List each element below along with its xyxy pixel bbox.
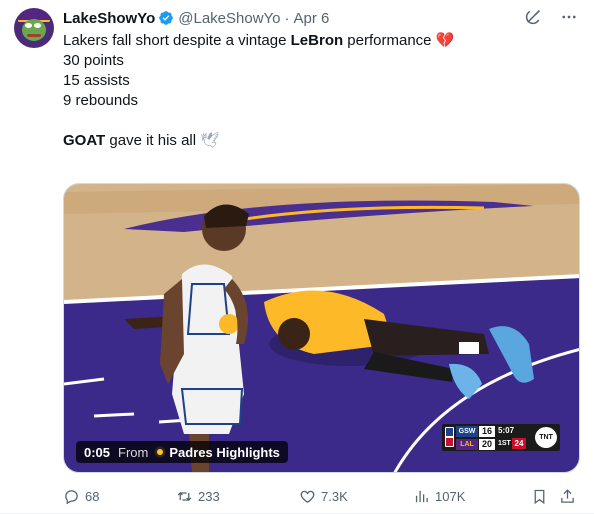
share-icon: [561, 488, 574, 503]
tnt-logo: TNT: [535, 427, 557, 448]
padres-logo-icon: [154, 446, 166, 458]
dove-emoji: 🕊: [200, 132, 220, 149]
retweet-count: 233: [198, 488, 220, 504]
tweet-header: LakeShowYo @LakeShowYo · Apr 6: [63, 8, 329, 28]
separator-dot: ·: [284, 9, 290, 27]
video-source[interactable]: Padres Highlights: [169, 445, 280, 460]
bookmark-icon: [534, 489, 545, 504]
team1-score: 16: [479, 425, 495, 437]
tweet-line-5: GOAT gave it his all 🕊: [63, 132, 220, 149]
verified-badge-icon: [159, 11, 174, 25]
like-icon: [300, 490, 315, 503]
from-label: From: [118, 444, 149, 460]
views-count: 107K: [435, 488, 466, 504]
avatar[interactable]: [14, 8, 54, 48]
reply-count: 68: [85, 488, 100, 504]
tweet-line-1: Lakers fall short despite a vintage LeBr…: [63, 32, 455, 49]
video-time: 0:05: [84, 444, 111, 460]
tweet-date[interactable]: Apr 6: [294, 10, 330, 27]
video-time-badge: 0:05 From Padres Highlights: [76, 441, 288, 463]
avatar-face: [22, 19, 46, 41]
shot-clock: 24: [512, 438, 526, 449]
bookmark-button[interactable]: [531, 486, 548, 506]
stat-rebounds: 9 rebounds: [63, 92, 139, 109]
nba-logo-icon: [445, 427, 454, 447]
more-icon[interactable]: [560, 8, 578, 26]
retweet-icon: [177, 491, 192, 501]
retweet-button[interactable]: 233: [176, 486, 220, 506]
scorebug: GSW 16 LAL 20 5:07 1ST 24 TNT: [442, 424, 560, 451]
grok-icon[interactable]: [524, 8, 542, 26]
like-button[interactable]: 7.3K: [299, 486, 348, 506]
team1-abbr: GSW: [456, 425, 478, 437]
tweet-actions: 68 233 7.3K 107K: [63, 486, 580, 506]
team2-abbr: LAL: [456, 438, 478, 450]
stat-points: 30 points: [63, 52, 124, 69]
reply-button[interactable]: 68: [63, 486, 99, 506]
broken-heart-emoji: 💔: [435, 32, 455, 49]
header-actions: [524, 8, 578, 26]
views-button[interactable]: 107K: [413, 486, 465, 506]
team2-score: 20: [479, 438, 495, 450]
game-clock: 5:07: [498, 426, 515, 435]
author-handle[interactable]: @LakeShowYo: [178, 10, 280, 27]
quarter: 1ST: [498, 440, 511, 447]
reply-icon: [65, 489, 78, 504]
like-count: 7.3K: [321, 488, 348, 504]
stat-assists: 15 assists: [63, 72, 130, 89]
share-button[interactable]: [559, 486, 576, 506]
tweet[interactable]: LakeShowYo @LakeShowYo · Apr 6 Lakers fa…: [0, 0, 594, 514]
tweet-text: Lakers fall short despite a vintage LeBr…: [63, 31, 573, 151]
author-name[interactable]: LakeShowYo: [63, 10, 155, 27]
views-icon: [415, 490, 428, 502]
video-player[interactable]: GSW 16 LAL 20 5:07 1ST 24 TNT 0:05 From …: [63, 183, 580, 473]
